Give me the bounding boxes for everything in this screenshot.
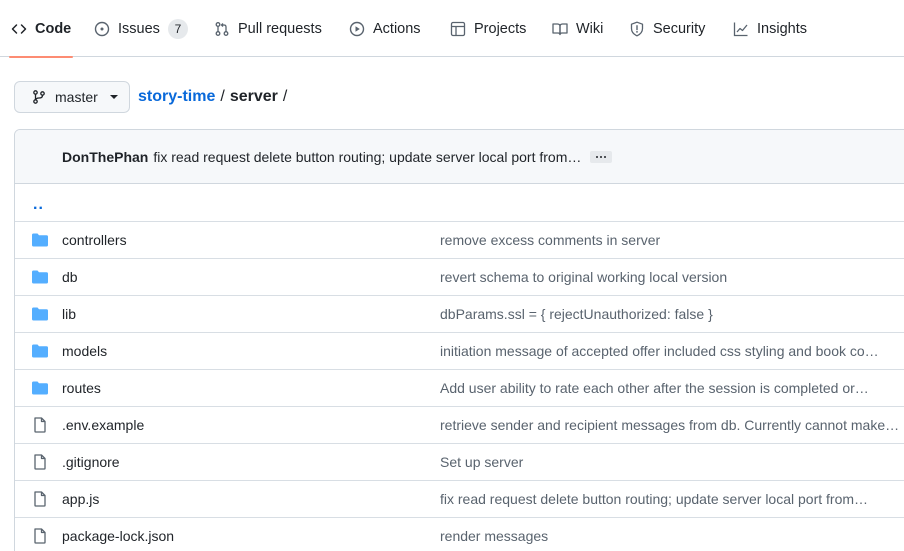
tab-label: Security [653,20,706,37]
breadcrumb-repo-link[interactable]: story-time [138,88,215,106]
graph-icon [733,21,749,37]
file-listing: DonThePhan fix read request delete butto… [14,129,904,551]
file-name-link[interactable]: routes [62,380,101,396]
file-name-link[interactable]: lib [62,306,76,322]
breadcrumb-separator: / [220,88,225,105]
file-row[interactable]: package-lock.json render messages [15,517,904,551]
tab-label: Wiki [576,20,604,37]
file-row[interactable]: .gitignore Set up server [15,443,904,480]
latest-commit-bar: DonThePhan fix read request delete butto… [15,130,904,184]
file-commit-message-link[interactable]: retrieve sender and recipient messages f… [440,417,902,433]
shield-icon [629,21,645,37]
issues-count-badge: 7 [167,18,188,39]
tab-label: Code [35,20,72,37]
file-row[interactable]: app.js fix read request delete button rou… [15,480,904,517]
file-commit-message-link[interactable]: Add user ability to rate each other afte… [440,380,902,396]
tab-projects[interactable]: Projects [450,0,526,57]
pull-request-icon [214,21,230,37]
tab-security[interactable]: Security [629,0,705,57]
folder-icon [31,306,49,322]
tab-actions[interactable]: Actions [349,0,421,57]
breadcrumb-current-dir: server [229,88,278,105]
file-name-link[interactable]: controllers [62,232,127,248]
table-icon [450,21,466,37]
file-commit-message-link[interactable]: render messages [440,528,902,544]
breadcrumb-separator: / [282,88,288,105]
tab-label: Pull requests [238,20,322,37]
file-name-link[interactable]: .env.example [62,417,144,433]
folder-icon [31,269,49,285]
branch-select-button[interactable]: master [14,81,130,113]
tab-code[interactable]: Code [8,0,74,58]
tab-insights[interactable]: Insights [733,0,807,57]
expand-commit-button[interactable] [590,150,613,163]
parent-directory-row[interactable]: .. [15,184,904,221]
breadcrumb: story-time / server / [138,87,292,107]
file-commit-message-link[interactable]: initiation message of accepted offer inc… [440,343,902,359]
book-icon [552,21,568,37]
repo-nav: Code Issues 7 Pull requests Actions Proj… [0,0,904,58]
file-row[interactable]: routes Add user ability to rate each othe… [15,369,904,406]
play-icon [349,21,365,37]
file-row[interactable]: db revert schema to original working loca… [15,258,904,295]
tab-issues[interactable]: Issues 7 [94,0,188,57]
tab-pull-requests[interactable]: Pull requests [214,0,322,57]
code-icon [11,21,27,37]
folder-icon [31,232,49,248]
tab-label: Actions [373,20,421,37]
file-row[interactable]: .env.example retrieve sender and recipien… [15,406,904,443]
file-commit-message-link[interactable]: Set up server [440,454,902,470]
folder-icon [31,380,49,396]
file-commit-message-link[interactable]: revert schema to original working local … [440,269,902,285]
branch-name: master [55,89,98,105]
file-commit-message-link[interactable]: remove excess comments in server [440,232,902,248]
file-commit-message-link[interactable]: fix read request delete button routing; … [440,491,902,507]
parent-directory-link[interactable]: .. [33,196,44,214]
issue-icon [94,21,110,37]
tab-label: Projects [474,20,527,37]
tab-label: Issues [118,20,160,37]
file-commit-message-link[interactable]: dbParams.ssl = { rejectUnauthorized: fal… [440,306,902,322]
file-name-link[interactable]: .gitignore [62,454,120,470]
file-row[interactable]: lib dbParams.ssl = { rejectUnauthorized: … [15,295,904,332]
commit-author-link[interactable]: DonThePhan [62,149,148,165]
file-icon [31,417,49,433]
file-name-link[interactable]: package-lock.json [62,528,174,544]
commit-message-link[interactable]: fix read request delete button routing; … [153,149,581,165]
file-name-link[interactable]: db [62,269,78,285]
file-icon [31,454,49,470]
file-icon [31,491,49,507]
git-branch-icon [31,89,47,105]
file-name-link[interactable]: app.js [62,491,99,507]
tab-wiki[interactable]: Wiki [552,0,603,57]
file-row[interactable]: controllers remove excess comments in ser… [15,221,904,258]
file-name-link[interactable]: models [62,343,107,359]
tab-label: Insights [757,20,807,37]
caret-down-icon [109,95,118,99]
file-row[interactable]: models initiation message of accepted off… [15,332,904,369]
folder-icon [31,343,49,359]
file-icon [31,528,49,544]
